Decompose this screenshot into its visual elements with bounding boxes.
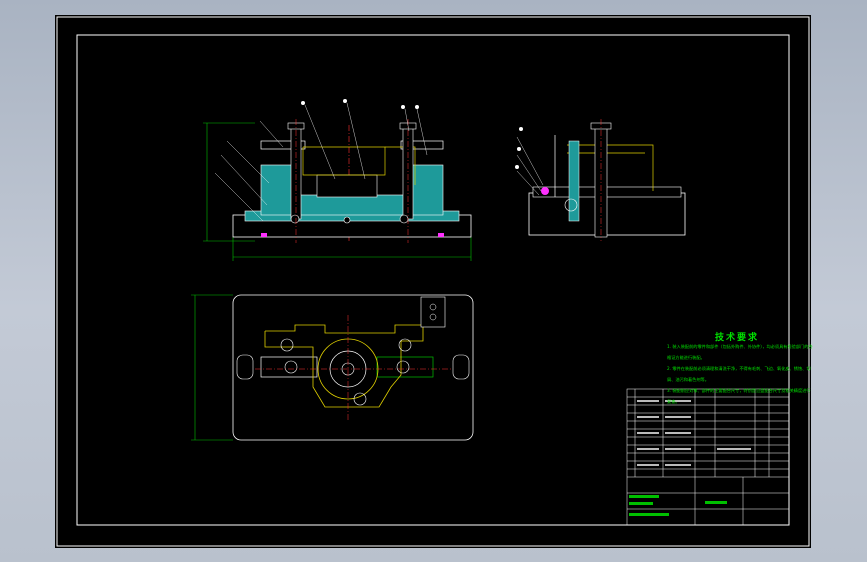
technical-requirement-line: 1. 装入装配前的零件和部件（包括外购件、外协件），均必须具有检验部门的合: [667, 344, 813, 349]
top-view: [191, 294, 474, 441]
technical-requirement-line: 格证方能进行装配。: [667, 355, 705, 360]
cad-viewport[interactable]: 技术要求 1. 装入装配前的零件和部件（包括外购件、外协件），均必须具有检验部门…: [55, 15, 813, 548]
technical-requirement-line: 2. 零件在装配前必须清理和清洗干净，不得有毛刺、飞边、氧化皮、锈蚀、切: [667, 366, 811, 371]
technical-requirement-line: 3. 装配前应对零、部件的主要配合尺寸，特别是过盈配合尺寸及相关精度进行: [667, 388, 811, 393]
sheet-border: [56, 16, 810, 547]
technical-requirement-line: 复查。: [667, 399, 680, 404]
technical-requirement-line: 屑、油污和着色剂等。: [667, 377, 709, 382]
drawing-frame: [76, 34, 790, 526]
technical-requirements-notes: 1. 装入装配前的零件和部件（包括外购件、外协件），均必须具有检验部门的合 格证…: [667, 341, 835, 407]
front-view: [203, 99, 472, 261]
side-view: [515, 119, 686, 241]
title-block-marks: [629, 495, 727, 516]
title-block-text-marks: [637, 400, 751, 466]
cad-drawing-canvas: [56, 16, 810, 547]
